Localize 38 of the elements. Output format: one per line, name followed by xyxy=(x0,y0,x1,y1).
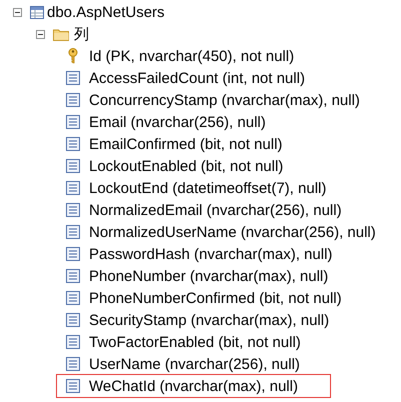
column-name[interactable]: UserName (nvarchar(256), null) xyxy=(89,356,300,372)
column-icon xyxy=(66,225,80,239)
column-icon xyxy=(66,357,80,371)
column-name[interactable]: AccessFailedCount (int, not null) xyxy=(89,70,305,86)
column-name[interactable]: LockoutEnabled (bit, not null) xyxy=(89,158,284,174)
table-icon xyxy=(30,6,44,18)
column-icon xyxy=(66,159,80,173)
column-name[interactable]: NormalizedEmail (nvarchar(256), null) xyxy=(89,202,342,218)
column-icon xyxy=(66,247,80,261)
column-icon xyxy=(66,335,80,349)
column-name[interactable]: ConcurrencyStamp (nvarchar(max), null) xyxy=(89,92,360,108)
column-icon xyxy=(66,379,80,393)
collapse-icon[interactable] xyxy=(13,8,22,16)
column-name[interactable]: WeChatId (nvarchar(max), null) xyxy=(89,378,298,394)
column-icon xyxy=(66,137,80,151)
column-icon xyxy=(66,313,80,327)
key-icon xyxy=(66,48,80,64)
column-icon xyxy=(66,291,80,305)
column-name[interactable]: Id (PK, nvarchar(450), not null) xyxy=(89,48,294,64)
column-name[interactable]: EmailConfirmed (bit, not null) xyxy=(89,136,282,152)
folder-icon xyxy=(53,28,69,40)
column-name[interactable]: PhoneNumberConfirmed (bit, not null) xyxy=(89,290,342,306)
column-icon xyxy=(66,269,80,283)
table-name[interactable]: dbo.AspNetUsers xyxy=(47,4,165,20)
column-name[interactable]: PhoneNumber (nvarchar(max), null) xyxy=(89,268,328,284)
column-icon xyxy=(66,203,80,217)
column-name[interactable]: Email (nvarchar(256), null) xyxy=(89,114,266,130)
column-name[interactable]: TwoFactorEnabled (bit, not null) xyxy=(89,334,301,350)
folder-name[interactable]: 列 xyxy=(74,24,89,44)
column-name[interactable]: NormalizedUserName (nvarchar(256), null) xyxy=(89,224,376,240)
collapse-icon[interactable] xyxy=(36,30,45,38)
column-icon xyxy=(66,181,80,195)
column-name[interactable]: SecurityStamp (nvarchar(max), null) xyxy=(89,312,330,328)
column-name[interactable]: PasswordHash (nvarchar(max), null) xyxy=(89,246,332,262)
column-icon xyxy=(66,71,80,85)
column-icon xyxy=(66,93,80,107)
column-name[interactable]: LockoutEnd (datetimeoffset(7), null) xyxy=(89,180,326,196)
column-icon xyxy=(66,115,80,129)
